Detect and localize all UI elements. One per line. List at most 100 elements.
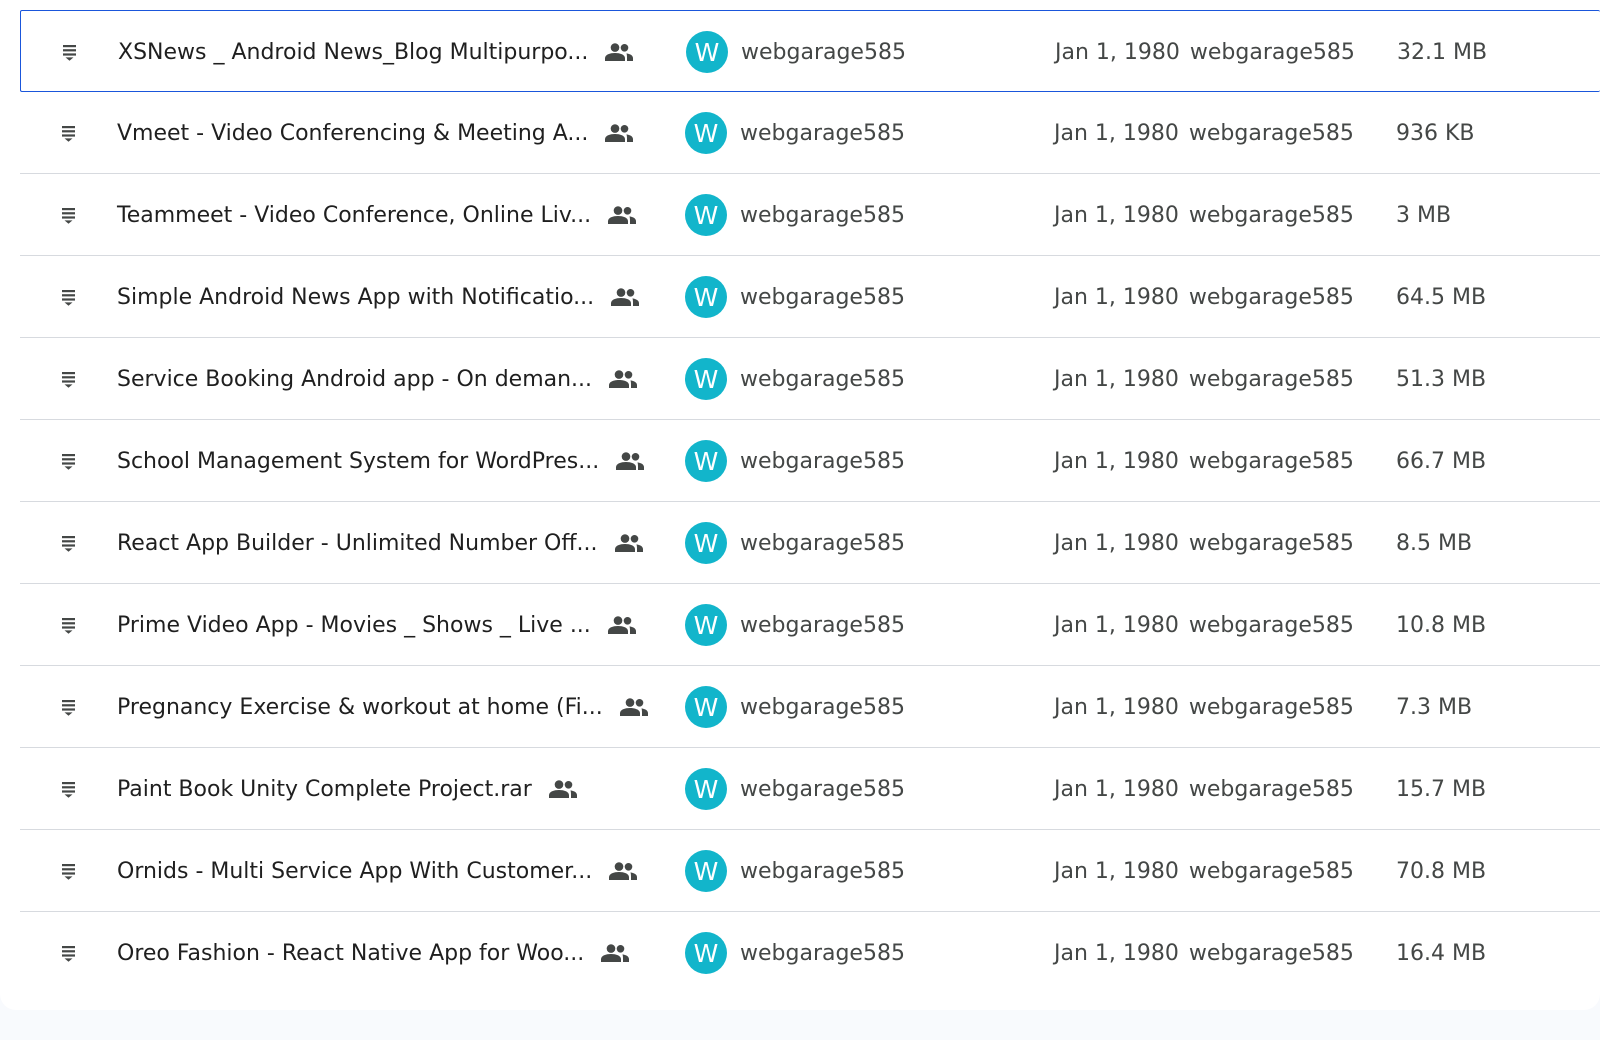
file-name-cell: Ornids - Multi Service App With Customer… [117, 830, 677, 912]
file-size: 32.1 MB [1397, 39, 1488, 65]
file-name-cell: React App Builder - Unlimited Number Off… [117, 502, 677, 584]
avatar-initial: W [693, 610, 719, 640]
owner-name: webgarage585 [740, 694, 905, 720]
avatar: W [685, 440, 727, 482]
document-lines-icon [62, 126, 75, 142]
modified-by: webgarage585 [1189, 39, 1355, 65]
avatar-initial: W [693, 118, 719, 148]
people-icon [614, 534, 643, 552]
document-lines-icon [62, 782, 75, 798]
file-row[interactable]: Teammeet - Video Conference, Online Liv.… [20, 174, 1600, 256]
owner-name: webgarage585 [740, 120, 905, 146]
file-name-cell: Vmeet - Video Conferencing & Meeting A..… [117, 92, 677, 174]
file-name[interactable]: Prime Video App - Movies _ Shows _ Live … [117, 613, 591, 638]
file-name[interactable]: Oreo Fashion - React Native App for Woo.… [117, 941, 584, 966]
document-lines-icon [62, 372, 75, 388]
file-row[interactable]: Pregnancy Exercise & workout at home (Fi… [20, 666, 1600, 748]
modified-by: webgarage585 [1188, 530, 1354, 556]
file-name[interactable]: Paint Book Unity Complete Project.rar [117, 777, 532, 802]
avatar: W [685, 194, 727, 236]
file-name-cell: XSNews _ Android News_Blog Multipurpo... [118, 11, 678, 93]
avatar: W [685, 358, 727, 400]
file-name[interactable]: Teammeet - Video Conference, Online Liv.… [117, 203, 591, 228]
modified-by: webgarage585 [1188, 366, 1354, 392]
file-row[interactable]: Prime Video App - Movies _ Shows _ Live … [20, 584, 1600, 666]
avatar: W [685, 850, 727, 892]
people-icon [616, 452, 645, 470]
file-name[interactable]: Service Booking Android app - On deman..… [117, 367, 592, 392]
file-row[interactable]: XSNews _ Android News_Blog Multipurpo...… [20, 10, 1600, 92]
file-name[interactable]: XSNews _ Android News_Blog Multipurpo... [118, 40, 588, 65]
file-list: XSNews _ Android News_Blog Multipurpo...… [20, 10, 1600, 994]
file-row[interactable]: Oreo Fashion - React Native App for Woo.… [20, 912, 1600, 994]
avatar-initial: W [693, 364, 719, 394]
modified-date: Jan 1, 1980 [1054, 284, 1179, 310]
modified-by: webgarage585 [1188, 940, 1354, 966]
file-row[interactable]: React App Builder - Unlimited Number Off… [20, 502, 1600, 584]
file-size: 70.8 MB [1396, 858, 1487, 884]
avatar-initial: W [693, 938, 719, 968]
owner-name: webgarage585 [740, 448, 905, 474]
last-modified: Jan 1, 1980 webgarage585 [1054, 420, 1354, 502]
owner-name: webgarage585 [740, 940, 905, 966]
file-name[interactable]: React App Builder - Unlimited Number Off… [117, 531, 598, 556]
file-name-cell: Simple Android News App with Notificatio… [117, 256, 677, 338]
modified-by: webgarage585 [1188, 612, 1354, 638]
owner-name: webgarage585 [740, 284, 905, 310]
modified-by: webgarage585 [1188, 120, 1354, 146]
owner-name: webgarage585 [740, 776, 905, 802]
modified-by: webgarage585 [1188, 694, 1354, 720]
file-name-cell: Pregnancy Exercise & workout at home (Fi… [117, 666, 677, 748]
document-lines-icon [62, 290, 75, 306]
avatar: W [685, 522, 727, 564]
modified-by: webgarage585 [1188, 202, 1354, 228]
modified-by: webgarage585 [1188, 284, 1354, 310]
file-row[interactable]: Simple Android News App with Notificatio… [20, 256, 1600, 338]
people-icon [611, 288, 640, 306]
modified-date: Jan 1, 1980 [1054, 120, 1179, 146]
document-lines-icon [62, 454, 75, 470]
file-size: 15.7 MB [1396, 776, 1487, 802]
last-modified: Jan 1, 1980 webgarage585 [1054, 584, 1354, 666]
file-size: 16.4 MB [1396, 940, 1487, 966]
modified-date: Jan 1, 1980 [1054, 202, 1179, 228]
avatar-initial: W [693, 282, 719, 312]
avatar-initial: W [693, 774, 719, 804]
file-row[interactable]: Vmeet - Video Conferencing & Meeting A..… [20, 92, 1600, 174]
modified-date: Jan 1, 1980 [1054, 940, 1179, 966]
file-size: 8.5 MB [1396, 530, 1473, 556]
file-name[interactable]: Simple Android News App with Notificatio… [117, 285, 594, 310]
last-modified: Jan 1, 1980 webgarage585 [1054, 830, 1354, 912]
last-modified: Jan 1, 1980 webgarage585 [1054, 256, 1354, 338]
avatar-initial: W [694, 37, 720, 67]
avatar: W [685, 932, 727, 974]
people-icon [609, 862, 638, 880]
avatar: W [685, 112, 727, 154]
owner-name: webgarage585 [740, 366, 905, 392]
last-modified: Jan 1, 1980 webgarage585 [1054, 338, 1354, 420]
file-row[interactable]: School Management System for WordPres...… [20, 420, 1600, 502]
file-name-cell: School Management System for WordPres... [117, 420, 677, 502]
modified-by: webgarage585 [1188, 776, 1354, 802]
last-modified: Jan 1, 1980 webgarage585 [1054, 912, 1354, 994]
owner-name: webgarage585 [740, 858, 905, 884]
file-name[interactable]: School Management System for WordPres... [117, 449, 599, 474]
file-size: 64.5 MB [1396, 284, 1487, 310]
owner-name: webgarage585 [740, 612, 905, 638]
file-name-cell: Paint Book Unity Complete Project.rar [117, 748, 677, 830]
last-modified: Jan 1, 1980 webgarage585 [1054, 174, 1354, 256]
file-name-cell: Oreo Fashion - React Native App for Woo.… [117, 912, 677, 994]
file-size: 7.3 MB [1396, 694, 1473, 720]
modified-date: Jan 1, 1980 [1054, 776, 1179, 802]
file-name[interactable]: Vmeet - Video Conferencing & Meeting A..… [117, 121, 588, 146]
file-row[interactable]: Service Booking Android app - On deman..… [20, 338, 1600, 420]
file-row[interactable]: Paint Book Unity Complete Project.rar W … [20, 748, 1600, 830]
file-name[interactable]: Pregnancy Exercise & workout at home (Fi… [117, 695, 603, 720]
people-icon [609, 370, 638, 388]
file-list-panel: XSNews _ Android News_Blog Multipurpo...… [0, 0, 1600, 1010]
avatar: W [685, 276, 727, 318]
file-name[interactable]: Ornids - Multi Service App With Customer… [117, 859, 592, 884]
file-row[interactable]: Ornids - Multi Service App With Customer… [20, 830, 1600, 912]
file-name-cell: Prime Video App - Movies _ Shows _ Live … [117, 584, 677, 666]
file-size: 66.7 MB [1396, 448, 1487, 474]
